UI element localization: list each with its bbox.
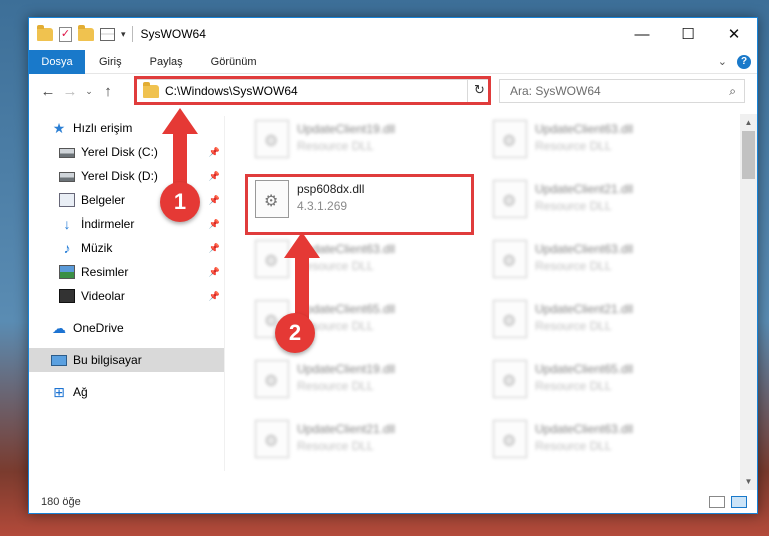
minimize-button[interactable]: — xyxy=(619,18,665,50)
tiles-view-icon[interactable] xyxy=(731,496,747,508)
quick-access-toolbar: ✓ ▾ xyxy=(37,24,126,42)
search-box[interactable]: Ara: SysWOW64 ⌕ xyxy=(499,79,745,103)
scroll-thumb[interactable] xyxy=(742,131,755,179)
step-1-badge: 1 xyxy=(160,182,200,222)
dll-file-icon xyxy=(493,120,527,158)
file-item[interactable]: UpdateClient19.dllResource DLL xyxy=(249,114,469,166)
sidebar-item-pictures[interactable]: Resimler 📌 xyxy=(29,260,224,284)
title-bar: ✓ ▾ SysWOW64 — ☐ ✕ xyxy=(29,18,757,50)
status-bar: 180 öğe xyxy=(29,491,757,513)
window-title: SysWOW64 xyxy=(140,27,206,41)
ribbon-tabs: Dosya Giriş Paylaş Görünüm ⌄ ? xyxy=(29,49,757,74)
pin-icon: 📌 xyxy=(208,170,220,181)
dll-file-icon xyxy=(255,120,289,158)
back-button[interactable]: ← xyxy=(37,83,59,100)
customize-toolbar-chevron-icon[interactable]: ▾ xyxy=(121,29,126,40)
file-item[interactable]: UpdateClient19.dllResource DLL xyxy=(249,354,469,406)
up-button[interactable]: ↑ xyxy=(97,83,119,100)
file-item[interactable]: UpdateClient21.dllResource DLL xyxy=(487,294,707,346)
step-2-badge: 2 xyxy=(275,313,315,353)
help-icon[interactable]: ? xyxy=(737,54,751,69)
sidebar-item-videos[interactable]: Videolar 📌 xyxy=(29,284,224,308)
search-icon[interactable]: ⌕ xyxy=(729,84,736,99)
music-icon: ♪ xyxy=(63,240,71,256)
star-icon: ★ xyxy=(52,120,66,136)
properties-icon[interactable] xyxy=(100,27,115,41)
tab-home[interactable]: Giriş xyxy=(85,50,136,74)
file-item[interactable]: UpdateClient21.dllResource DLL xyxy=(249,414,469,466)
item-count: 180 öğe xyxy=(41,496,81,508)
maximize-button[interactable]: ☐ xyxy=(665,18,711,50)
title-divider xyxy=(131,26,133,42)
pin-icon: 📌 xyxy=(208,146,220,157)
cloud-icon: ☁ xyxy=(52,320,66,336)
file-item[interactable]: UpdateClient63.dllResource DLL xyxy=(487,114,707,166)
sidebar-item-label: Resimler xyxy=(81,265,129,279)
sidebar-item-downloads[interactable]: ↓ İndirmeler 📌 xyxy=(29,212,224,236)
tab-view[interactable]: Görünüm xyxy=(197,50,271,74)
dll-file-icon xyxy=(255,420,289,458)
recent-locations-button[interactable]: ⌄ xyxy=(81,86,97,97)
sidebar-item-label: OneDrive xyxy=(73,321,124,335)
network-icon: ⊞ xyxy=(53,384,65,400)
sidebar-item-label: Ağ xyxy=(73,385,88,399)
sidebar-item-label: Belgeler xyxy=(81,193,126,207)
sidebar-item-music[interactable]: ♪ Müzik 📌 xyxy=(29,236,224,260)
file-item[interactable]: UpdateClient63.dllResource DLL xyxy=(487,234,707,286)
properties-check-icon[interactable]: ✓ xyxy=(59,26,72,42)
file-item[interactable]: UpdateClient63.dllResource DLL xyxy=(487,414,707,466)
pin-icon: 📌 xyxy=(208,242,220,253)
ribbon-right-controls: ⌄ ? xyxy=(718,54,757,69)
scroll-up-icon[interactable]: ▲ xyxy=(740,114,757,131)
sidebar-item-label: Müzik xyxy=(81,241,113,255)
sidebar-item-label: Bu bilgisayar xyxy=(73,353,142,367)
address-bar-highlight xyxy=(134,76,491,105)
pane-divider xyxy=(224,116,225,471)
disk-icon xyxy=(59,148,75,158)
sidebar-item-label: Yerel Disk (C:) xyxy=(81,145,158,159)
sidebar-item-label: Videolar xyxy=(81,289,125,303)
sidebar-item-label: İndirmeler xyxy=(81,217,135,231)
dll-file-icon xyxy=(493,240,527,278)
pin-icon: 📌 xyxy=(208,290,220,301)
file-highlight xyxy=(245,174,474,235)
dll-file-icon xyxy=(493,300,527,338)
dll-file-icon xyxy=(255,360,289,398)
window-controls: — ☐ ✕ xyxy=(619,18,757,50)
details-view-icon[interactable] xyxy=(709,496,725,508)
tab-file[interactable]: Dosya xyxy=(29,49,85,74)
new-folder-icon[interactable] xyxy=(78,24,94,41)
expand-ribbon-chevron-icon[interactable]: ⌄ xyxy=(718,55,727,68)
sidebar-item-label: Yerel Disk (D:) xyxy=(81,169,158,183)
sidebar-item-network[interactable]: ⊞ Ağ xyxy=(29,380,224,404)
scroll-down-icon[interactable]: ▼ xyxy=(740,473,757,490)
sidebar-item-label: Hızlı erişim xyxy=(73,121,133,135)
arrow-up-icon xyxy=(284,232,320,322)
forward-button[interactable]: → xyxy=(59,83,81,100)
dll-file-icon xyxy=(493,420,527,458)
disk-icon xyxy=(59,172,75,182)
documents-icon xyxy=(59,193,75,207)
file-item[interactable]: UpdateClient21.dllResource DLL xyxy=(487,174,707,226)
pin-icon: 📌 xyxy=(208,266,220,277)
sidebar-item-onedrive[interactable]: ☁ OneDrive xyxy=(29,316,224,340)
view-toggles xyxy=(709,496,757,508)
dll-file-icon xyxy=(493,180,527,218)
search-placeholder[interactable]: Ara: SysWOW64 xyxy=(510,84,601,98)
tab-share[interactable]: Paylaş xyxy=(136,50,197,74)
pin-icon: 📌 xyxy=(208,218,220,229)
folder-icon xyxy=(37,24,53,41)
close-button[interactable]: ✕ xyxy=(711,18,757,50)
vertical-scrollbar[interactable]: ▲ ▼ xyxy=(740,114,757,490)
dll-file-icon xyxy=(493,360,527,398)
sidebar-item-this-pc[interactable]: Bu bilgisayar xyxy=(29,348,224,372)
computer-icon xyxy=(51,354,67,366)
file-item[interactable]: UpdateClient65.dllResource DLL xyxy=(487,354,707,406)
pictures-icon xyxy=(59,265,75,279)
downloads-icon: ↓ xyxy=(63,216,71,232)
videos-icon xyxy=(59,289,75,303)
pin-icon: 📌 xyxy=(208,194,220,205)
